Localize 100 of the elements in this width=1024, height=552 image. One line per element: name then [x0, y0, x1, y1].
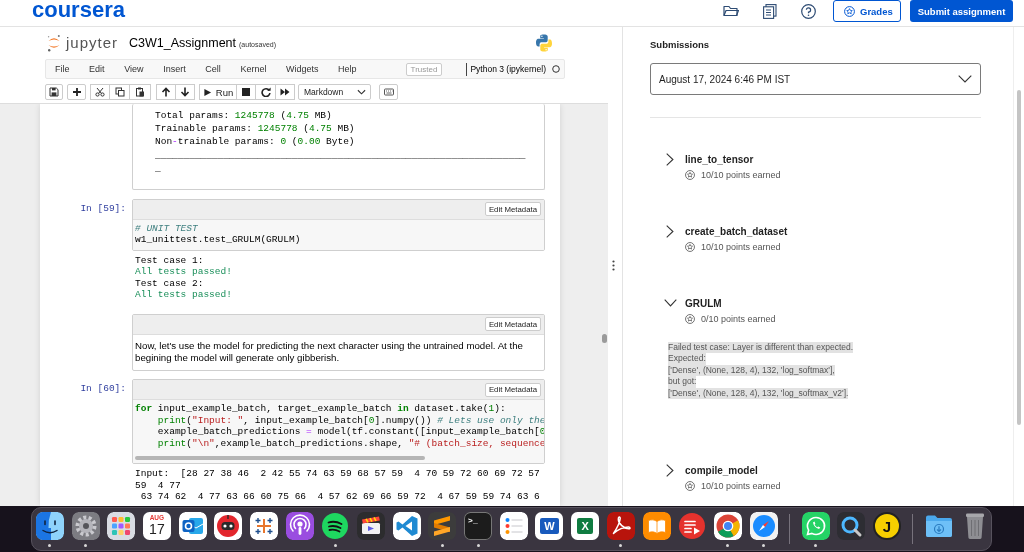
submit-assignment-button[interactable]: Submit assignment	[910, 0, 1013, 22]
code-line: # UNIT TEST	[135, 222, 198, 235]
code-line: print("\n",example_batch_predictions.shape, "# (batch_size, sequence	[156, 437, 544, 450]
menu-item[interactable]: File	[55, 64, 70, 74]
move-up-button[interactable]	[156, 84, 176, 100]
menu-item[interactable]: Kernel	[240, 64, 267, 74]
keyboard-button[interactable]	[379, 84, 398, 100]
chevron-down-icon	[958, 75, 972, 83]
folder-icon[interactable]	[723, 4, 739, 17]
spreadsheet-app-icon[interactable]: X	[571, 512, 600, 540]
gear-app-icon[interactable]	[71, 512, 100, 540]
fast-forward-icon	[280, 87, 290, 97]
face-app-icon[interactable]	[35, 512, 64, 540]
test-name[interactable]: line_to_tensor	[685, 153, 754, 165]
cut-button[interactable]	[90, 84, 110, 100]
magnifier-app-icon[interactable]	[837, 512, 866, 540]
output-line: Test case 1:	[135, 254, 204, 267]
logo[interactable]: coursera	[32, 0, 125, 20]
star-badge-icon	[685, 314, 695, 324]
cell-prompt: In [59]:	[80, 202, 126, 215]
keyboard-icon	[383, 87, 394, 97]
code-input[interactable]	[133, 400, 544, 457]
save-button[interactable]	[45, 84, 63, 100]
podcast-app-icon[interactable]	[285, 512, 314, 540]
scrollbar-thumb[interactable]	[1017, 90, 1021, 425]
letter-app-icon[interactable]: J	[872, 512, 901, 540]
code-cell[interactable]	[132, 379, 545, 465]
scrollbar-thumb[interactable]	[135, 456, 425, 461]
star-badge-icon	[685, 481, 695, 492]
swirl-app-icon[interactable]	[606, 512, 635, 540]
output-line: All tests passed!	[135, 266, 232, 278]
menu-item[interactable]: View	[124, 64, 144, 74]
output-line: Trainable params: 1245778 (4.75 MB)	[155, 122, 355, 136]
chevron-down-icon[interactable]	[663, 299, 677, 307]
chevron-right-icon[interactable]	[666, 224, 674, 238]
robot-app-icon[interactable]	[214, 512, 243, 540]
menu-item[interactable]: Widgets	[286, 64, 319, 74]
cell-prompt: In [60]:	[80, 383, 126, 396]
code-input[interactable]: # UNIT TEST w1_unittest.test_GRULM(GRULM)	[133, 219, 544, 250]
stop-button[interactable]	[237, 84, 256, 100]
points-text: 0/10 points earned	[701, 314, 776, 324]
checklist-app-icon[interactable]	[499, 512, 528, 540]
compass-app-icon[interactable]	[749, 512, 778, 540]
cell-type-select[interactable]: Markdown	[298, 84, 371, 100]
kernel-logo-icon	[535, 33, 553, 52]
caret-icon	[357, 87, 366, 97]
restart-icon	[260, 87, 271, 97]
menu-item[interactable]: Help	[338, 64, 357, 74]
star-badge-icon	[844, 5, 855, 17]
scrollbar-thumb[interactable]	[602, 334, 607, 343]
output-line: _	[155, 162, 161, 176]
stripes-app-icon[interactable]	[428, 512, 457, 540]
chevron-right-icon[interactable]	[666, 152, 674, 166]
menu-item[interactable]: Insert	[163, 64, 186, 74]
jupyter-logo-icon[interactable]	[47, 33, 61, 52]
clapperboard-app-icon[interactable]	[357, 512, 386, 540]
menu-item[interactable]: Cell	[205, 64, 221, 74]
run-all-button[interactable]	[276, 84, 295, 100]
code-line: w1_unittest.test_GRULM(GRULM)	[135, 234, 301, 246]
code-editor-app-icon[interactable]	[392, 512, 421, 540]
grades-button[interactable]: Grades	[833, 0, 901, 22]
sound-waves-app-icon[interactable]	[321, 512, 350, 540]
output-line: 63 74 62 4 77 63 66 60 75 66 4 57 62 69 66 59 72 4 67 59 59 74 63 6	[139, 491, 540, 503]
test-name[interactable]: compile_model	[685, 464, 758, 476]
document-icon[interactable]	[763, 4, 777, 19]
submissions-heading: Submissions	[650, 38, 710, 52]
chat-app-icon[interactable]	[801, 512, 830, 540]
help-icon[interactable]	[801, 4, 816, 19]
copy-button[interactable]	[110, 84, 130, 100]
output-line: Non-trainable params: 0 (0.00 Byte)	[155, 135, 355, 149]
stop-icon	[241, 87, 251, 97]
restart-button[interactable]	[256, 84, 276, 100]
arrow-down-icon	[180, 87, 190, 97]
jupyter-logo-text[interactable]: jupyter	[66, 34, 119, 51]
grid-app-icon[interactable]	[107, 512, 136, 540]
test-name[interactable]: GRULM	[685, 297, 722, 309]
notebook-title[interactable]: C3W1_Assignment	[129, 35, 237, 50]
copy-icon	[114, 87, 125, 97]
chevron-right-icon[interactable]	[666, 463, 674, 477]
points-text: 10/10 points earned	[701, 242, 781, 252]
star-badge-icon	[685, 242, 695, 252]
terminal-app-icon[interactable]: >_	[464, 512, 493, 540]
document-app-icon[interactable]: W	[535, 512, 564, 540]
kernel-name[interactable]: Python 3 (ipykernel)	[470, 64, 546, 74]
test-name[interactable]: create_batch_dataset	[685, 225, 788, 237]
run-button[interactable]: Run	[199, 84, 237, 100]
crosses-app-icon[interactable]	[249, 512, 278, 540]
output-line: _________________________________________________________________	[155, 148, 526, 163]
menu-item[interactable]: Edit	[89, 64, 105, 74]
drag-handle-icon[interactable]	[612, 260, 615, 271]
playlist-app-icon[interactable]	[678, 512, 707, 540]
add-cell-button[interactable]	[67, 84, 86, 100]
paste-button[interactable]	[130, 84, 151, 100]
move-down-button[interactable]	[176, 84, 195, 100]
markdown-text: Now, let's use the model for predicting the next character using the untrained model. At the begining the model will generate only gibberish.	[134, 338, 524, 366]
book-app-icon[interactable]	[642, 512, 671, 540]
mail-app-icon[interactable]	[178, 512, 207, 540]
ring-app-icon[interactable]	[713, 512, 742, 540]
submission-select[interactable]: August 17, 2024 6:46 PM IST	[650, 63, 981, 95]
output-line: All tests passed!	[135, 289, 232, 301]
